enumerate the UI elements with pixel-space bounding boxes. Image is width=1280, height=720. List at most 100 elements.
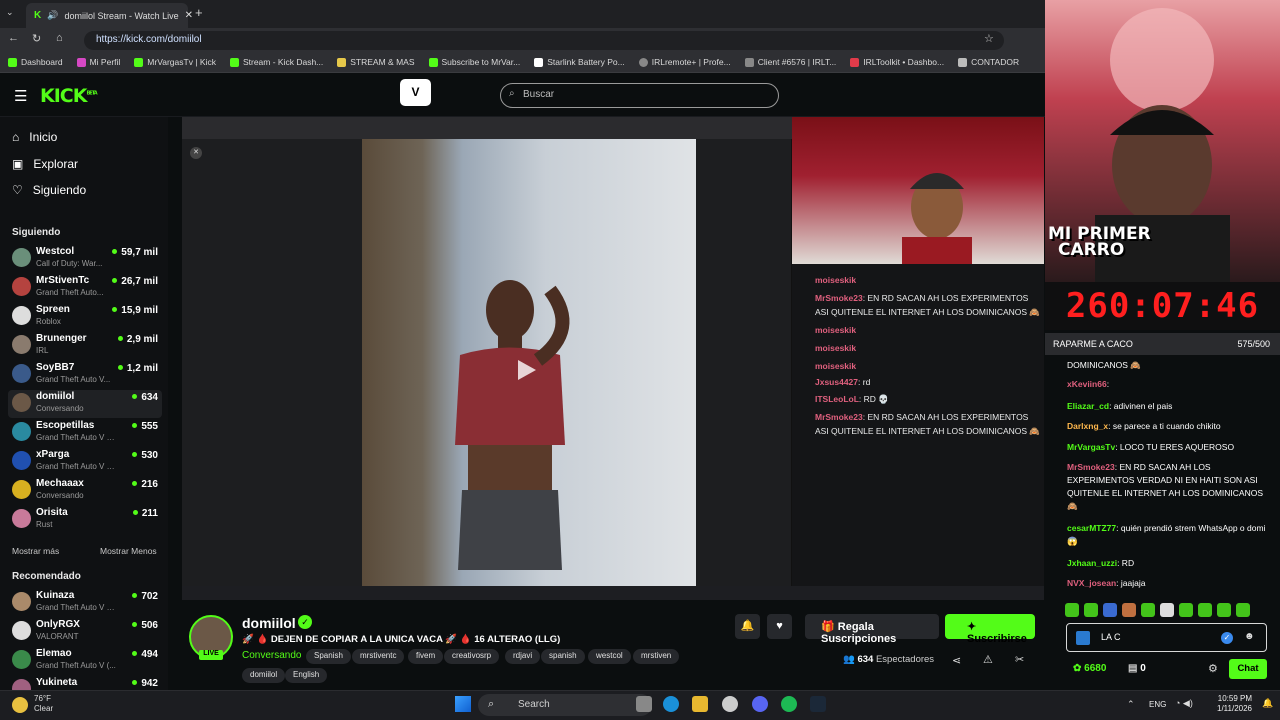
- emote-icon[interactable]: [1122, 603, 1136, 617]
- emoji-picker-icon[interactable]: ☻: [1244, 631, 1255, 642]
- stream-tag[interactable]: westcol: [588, 649, 631, 664]
- following-channel[interactable]: Brunenger IRL 2,9 mil: [10, 332, 160, 360]
- emote-icon[interactable]: [1084, 603, 1098, 617]
- emote-icon[interactable]: [1065, 603, 1079, 617]
- windows-start-icon[interactable]: [455, 696, 471, 712]
- language-indicator[interactable]: ENG: [1149, 700, 1166, 709]
- stream-tag[interactable]: rdjavi: [505, 649, 541, 664]
- bookmark-item[interactable]: MrVargasTv | Kick: [134, 57, 216, 67]
- bookmark-item[interactable]: Mi Perfil: [76, 57, 120, 67]
- gift-subscriptions-button[interactable]: 🎁 Regala Suscripciones: [805, 614, 939, 645]
- bookmark-item[interactable]: STREAM & MAS: [337, 57, 415, 67]
- emote-icon[interactable]: [1160, 603, 1174, 617]
- discord-icon[interactable]: [752, 696, 768, 712]
- stream-tag[interactable]: mrstiven: [633, 649, 680, 664]
- taskbar-search[interactable]: Search: [478, 694, 652, 716]
- network-volume-icon[interactable]: ◔ ◀): [1175, 698, 1193, 709]
- stream-tag[interactable]: spanish: [541, 649, 585, 664]
- streamer-name[interactable]: domiilol: [242, 615, 296, 631]
- browser-tab[interactable]: K 🔊 domiilol Stream - Watch Live ✕: [26, 3, 193, 28]
- back-icon[interactable]: ←: [8, 32, 19, 44]
- show-more-button[interactable]: Mostrar más: [12, 546, 59, 556]
- avatar: [12, 509, 31, 528]
- following-channel[interactable]: xParga Grand Theft Auto V (G... 530: [10, 448, 160, 476]
- stream-tag[interactable]: English: [285, 668, 328, 683]
- weather-icon[interactable]: [12, 697, 28, 713]
- task-view-icon[interactable]: [636, 696, 652, 712]
- home-icon[interactable]: ⌂: [56, 32, 63, 44]
- emote-icon[interactable]: [1217, 603, 1231, 617]
- following-channel[interactable]: Spreen Roblox 15,9 mil: [10, 303, 160, 331]
- stream-category[interactable]: Conversando: [242, 650, 301, 661]
- following-channel[interactable]: MrStivenTc Grand Theft Auto... 26,7 mil: [10, 274, 160, 302]
- emote-icon[interactable]: [1236, 603, 1250, 617]
- following-channel[interactable]: Mechaaax Conversando 216: [10, 477, 160, 505]
- bookmark-item[interactable]: Client #6576 | IRLT...: [744, 57, 836, 67]
- recommended-channel[interactable]: OnlyRGX VALORANT 506: [10, 618, 160, 646]
- stream-tag[interactable]: domiilol: [242, 668, 286, 683]
- recommended-channel[interactable]: Yukineta 942: [10, 676, 160, 690]
- reload-icon[interactable]: ↻: [32, 32, 41, 45]
- bookmark-item[interactable]: Starlink Battery Po...: [534, 57, 625, 67]
- bookmark-item[interactable]: Subscribe to MrVar...: [428, 57, 520, 67]
- kick-logo[interactable]: KICKBETA: [40, 85, 98, 107]
- spotify-icon[interactable]: [781, 696, 797, 712]
- recommended-channel[interactable]: Kuinaza Grand Theft Auto V (G... 702: [10, 589, 160, 617]
- bookmark-item[interactable]: IRLToolkit • Dashbo...: [850, 57, 944, 67]
- hamburger-menu-icon[interactable]: ☰: [14, 87, 27, 105]
- notification-bell-icon[interactable]: 🔔: [735, 614, 760, 639]
- emote-icon[interactable]: [1141, 603, 1155, 617]
- following-channel[interactable]: Escopetillas Grand Theft Auto V (G... 555: [10, 419, 160, 447]
- following-channel-active[interactable]: domiilol Conversando 634: [8, 390, 162, 418]
- channel-points[interactable]: ✿ 6680: [1073, 663, 1106, 674]
- following-channel[interactable]: Westcol Call of Duty: War... 59,7 mil: [10, 245, 160, 273]
- bookmark-item[interactable]: Stream - Kick Dash...: [229, 57, 323, 67]
- obs-icon[interactable]: [722, 696, 738, 712]
- close-tab-icon[interactable]: ✕: [185, 10, 193, 21]
- bookmark-item[interactable]: IRLremote+ | Profe...: [638, 57, 731, 67]
- beta-label: BETA: [86, 90, 97, 97]
- stream-tag[interactable]: mrstiventc: [352, 649, 405, 664]
- vault-icon[interactable]: V: [400, 79, 431, 106]
- clip-icon[interactable]: ✂: [1015, 653, 1024, 666]
- stream-tag[interactable]: creativosrp: [444, 649, 500, 664]
- chat-settings-icon[interactable]: ⚙: [1208, 662, 1218, 675]
- edge-icon[interactable]: [663, 696, 679, 712]
- verified-icon: ✓: [298, 615, 312, 629]
- send-chat-button[interactable]: Chat: [1229, 659, 1267, 679]
- nav-inicio[interactable]: ⌂ Inicio: [12, 130, 57, 144]
- follow-heart-icon[interactable]: ♥: [767, 614, 792, 639]
- favorite-star-icon[interactable]: ☆: [984, 32, 994, 45]
- chat-input[interactable]: LA C: [1066, 623, 1267, 652]
- notifications-icon[interactable]: 🔔: [1262, 698, 1273, 709]
- kicks-balance[interactable]: ▤ 0: [1128, 663, 1146, 674]
- bookmark-item[interactable]: CONTADOR: [958, 57, 1019, 67]
- share-icon[interactable]: ⋖: [952, 654, 961, 667]
- tray-chevron-icon[interactable]: ⌃: [1127, 699, 1135, 710]
- emote-icon[interactable]: [1198, 603, 1212, 617]
- subscribe-button[interactable]: ✦ Suscribirse: [945, 614, 1035, 645]
- bookmark-item[interactable]: Dashboard: [8, 57, 63, 67]
- stream-tag[interactable]: fivem: [408, 649, 444, 664]
- stream-tag[interactable]: Spanish: [306, 649, 351, 664]
- following-channel[interactable]: SoyBB7 Grand Theft Auto V... 1,2 mil: [10, 361, 160, 389]
- nav-explorar[interactable]: ▣ Explorar: [12, 157, 78, 171]
- report-icon[interactable]: ⚠: [983, 653, 993, 666]
- emote-icon[interactable]: [1103, 603, 1117, 617]
- recommended-channel[interactable]: Elemao Grand Theft Auto V (... 494: [10, 647, 160, 675]
- search-input[interactable]: Buscar: [500, 83, 779, 108]
- url-field[interactable]: https://kick.com/domiilol: [84, 31, 1004, 50]
- show-less-button[interactable]: Mostrar Menos: [100, 546, 157, 556]
- user-badge-icon: [1076, 631, 1090, 645]
- new-tab-icon[interactable]: +: [195, 5, 203, 20]
- system-clock[interactable]: 10:59 PM 1/11/2026: [1210, 694, 1252, 714]
- audio-icon[interactable]: 🔊: [47, 10, 58, 21]
- steam-icon[interactable]: [810, 696, 826, 712]
- file-explorer-icon[interactable]: [692, 696, 708, 712]
- tab-list-icon[interactable]: ⌄: [6, 7, 14, 18]
- emote-icon[interactable]: [1179, 603, 1193, 617]
- weather-widget[interactable]: 76°F Clear: [34, 694, 53, 714]
- following-channel[interactable]: Orisita Rust 211: [10, 506, 160, 534]
- nav-siguiendo[interactable]: ♡ Siguiendo: [12, 183, 86, 197]
- live-badge: LIVE: [199, 650, 223, 660]
